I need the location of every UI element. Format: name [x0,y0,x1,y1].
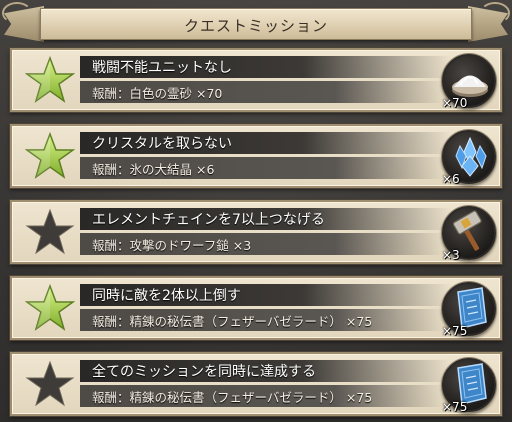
page-title: クエストミッション [183,17,328,35]
mission-panel: 戦闘不能ユニットなし 報酬：白色の霊砂 ×70 ×70 [10,48,502,112]
mission-star-incomplete-icon [18,208,82,256]
mission-panel: エレメントチェインを7以上つなげる 報酬：攻撃のドワーフ鎚 ×3 ×3 [10,200,502,264]
reward-item[interactable]: ×75 [442,358,496,414]
mission-name: クリスタルを取らない [92,136,232,152]
reward-item[interactable]: ×6 [442,130,496,186]
mission-star-complete-icon [18,132,82,180]
mission-star-complete-icon [18,56,82,104]
mission-star-incomplete-icon [18,360,82,408]
mission-name: エレメントチェインを7以上つなげる [92,212,325,228]
mission-name: 同時に敵を2体以上倒す [92,288,241,304]
mission-name: 戦闘不能ユニットなし [92,60,232,76]
mission-panel: クリスタルを取らない 報酬：氷の大結晶 ×6 ×6 [10,124,502,188]
reward-item[interactable]: ×75 [442,282,496,338]
mission-panel: 全てのミッションを同時に達成する 報酬：精錬の秘伝書（フェザーバゼラード） ×7… [10,352,502,416]
item-count: ×3 [442,248,460,262]
mission-reward: 報酬：精錬の秘伝書（フェザーバゼラード） ×75 [92,390,373,405]
item-count: ×6 [442,172,460,186]
header: クエストミッション [0,0,512,46]
reward-item[interactable]: ×70 [442,54,496,110]
mission-reward: 報酬：精錬の秘伝書（フェザーバゼラード） ×75 [92,314,373,329]
mission-name: 全てのミッションを同時に達成する [92,364,316,380]
mission-reward: 報酬：氷の大結晶 ×6 [92,162,215,177]
mission-reward: 報酬：攻撃のドワーフ鎚 ×3 [92,238,252,253]
item-count: ×75 [442,324,468,338]
item-count: ×75 [442,400,468,414]
mission-reward: 報酬：白色の霊砂 ×70 [92,86,223,101]
reward-item[interactable]: ×3 [442,206,496,262]
item-count: ×70 [442,96,468,110]
mission-star-complete-icon [18,284,82,332]
mission-panel: 同時に敵を2体以上倒す 報酬：精錬の秘伝書（フェザーバゼラード） ×75 ×75 [10,276,502,340]
